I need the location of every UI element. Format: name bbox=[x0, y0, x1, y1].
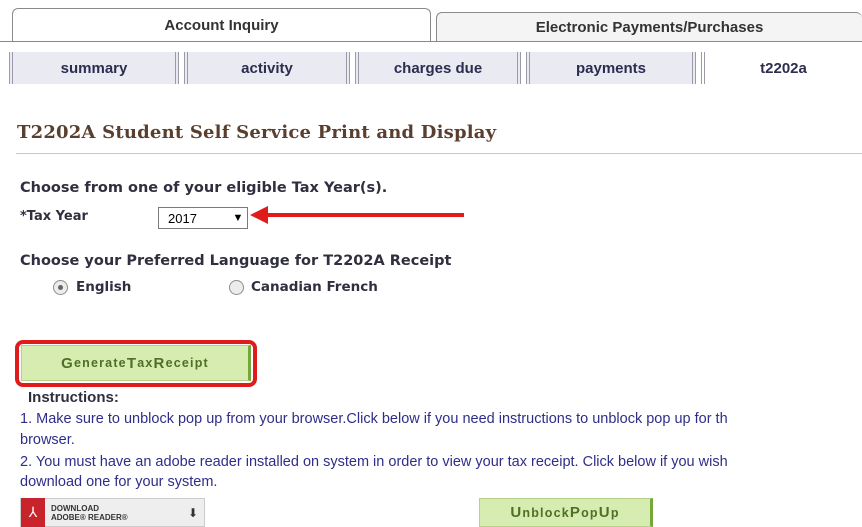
chevron-down-icon: ▼ bbox=[232, 212, 244, 224]
radio-french-label: Canadian French bbox=[251, 279, 378, 295]
tab-electronic-payments[interactable]: Electronic Payments/Purchases bbox=[436, 12, 862, 42]
tab-account-inquiry[interactable]: Account Inquiry bbox=[12, 8, 431, 42]
title-divider bbox=[16, 153, 862, 154]
tax-year-label: *Tax Year bbox=[20, 209, 88, 224]
subtab-t2202a[interactable]: t2202a bbox=[701, 52, 862, 84]
instruction-line-2: 2. You must have an adobe reader install… bbox=[20, 454, 728, 470]
adobe-line-1: DOWNLOAD bbox=[51, 503, 99, 513]
instructions-heading: Instructions: bbox=[28, 389, 119, 406]
download-adobe-reader-link[interactable]: ⅄ DOWNLOAD ADOBE® READER® ⬇ bbox=[20, 498, 205, 527]
subtab-charges-due[interactable]: charges due bbox=[355, 52, 521, 84]
instruction-line-2b: download one for your system. bbox=[20, 474, 218, 490]
subtab-payments[interactable]: payments bbox=[526, 52, 696, 84]
tab-divider bbox=[0, 41, 862, 42]
highlight-annotation bbox=[15, 340, 257, 387]
tax-year-select[interactable]: 2017 ▼ bbox=[158, 207, 248, 229]
radio-canadian-french[interactable] bbox=[229, 280, 244, 295]
tax-year-value: 2017 bbox=[168, 210, 197, 226]
sub-tab-bar: summary activity charges due payments t2… bbox=[9, 52, 862, 84]
download-arrow-icon: ⬇ bbox=[187, 505, 198, 520]
pdf-icon: ⅄ bbox=[21, 498, 45, 527]
choose-year-heading: Choose from one of your eligible Tax Yea… bbox=[20, 180, 388, 196]
unblock-pop-up-button[interactable]: Unblock Pop Up bbox=[479, 498, 653, 527]
instruction-line-1: 1. Make sure to unblock pop up from your… bbox=[20, 411, 728, 427]
adobe-line-2: ADOBE® READER® bbox=[51, 512, 128, 522]
radio-english[interactable] bbox=[53, 280, 68, 295]
radio-english-label: English bbox=[76, 279, 132, 295]
subtab-activity[interactable]: activity bbox=[184, 52, 350, 84]
instruction-line-1b: browser. bbox=[20, 432, 75, 448]
red-arrow-annotation bbox=[250, 206, 464, 224]
subtab-summary[interactable]: summary bbox=[9, 52, 179, 84]
choose-language-heading: Choose your Preferred Language for T2202… bbox=[20, 253, 452, 269]
page-title: T2202A Student Self Service Print and Di… bbox=[17, 122, 497, 143]
